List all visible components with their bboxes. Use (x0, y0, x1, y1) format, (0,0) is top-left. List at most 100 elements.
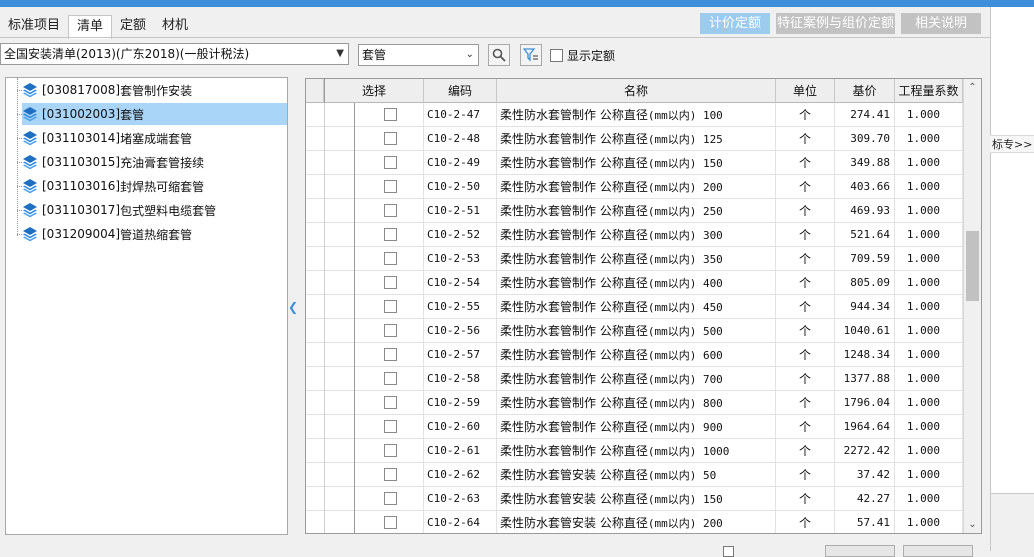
bottom-button-1[interactable] (825, 545, 895, 557)
name-text: 柔性防水套管制作 公称直径 (500, 420, 648, 434)
row-checkbox[interactable] (384, 396, 397, 409)
select-cell (354, 511, 424, 533)
tree-item[interactable]: [031103017] 包式塑料电缆套管 (17, 199, 216, 221)
tree-item[interactable]: [031103016] 封焊热可缩套管 (17, 175, 204, 197)
tree-item[interactable]: [030817008] 套管制作安装 (17, 79, 192, 101)
table-row[interactable]: C10-2-56 柔性防水套管制作 公称直径(mm以内) 500 个 1040.61 1… (306, 319, 963, 343)
row-checkbox[interactable] (384, 324, 397, 337)
table-row[interactable]: C10-2-49 柔性防水套管制作 公称直径(mm以内) 150 个 349.88 1.… (306, 151, 963, 175)
filter-button[interactable] (520, 44, 542, 66)
scroll-up-icon[interactable]: ⌃ (964, 79, 981, 96)
table-row[interactable]: C10-2-54 柔性防水套管制作 公称直径(mm以内) 400 个 805.09 1.… (306, 271, 963, 295)
grid-vertical-scrollbar[interactable]: ⌃ ⌄ (963, 79, 981, 533)
tab-quota[interactable]: 定额 (112, 15, 154, 38)
name-spec: (mm以内) 300 (647, 229, 723, 242)
scroll-thumb[interactable] (966, 231, 979, 301)
header-code[interactable]: 编码 (424, 79, 497, 103)
coef-cell: 1.000 (895, 199, 963, 223)
table-row[interactable]: C10-2-48 柔性防水套管制作 公称直径(mm以内) 125 个 309.70 1.… (306, 127, 963, 151)
search-button[interactable] (488, 44, 510, 66)
row-checkbox[interactable] (384, 420, 397, 433)
collapse-left-icon[interactable]: ❮ (288, 300, 298, 314)
unit-cell: 个 (776, 103, 835, 127)
search-select[interactable]: 套管 ⌄ (358, 44, 479, 66)
name-text: 柔性防水套管制作 公称直径 (500, 444, 648, 458)
row-checkbox[interactable] (384, 468, 397, 481)
row-checkbox[interactable] (384, 492, 397, 505)
table-row[interactable]: C10-2-63 柔性防水套管安装 公称直径(mm以内) 150 个 42.27 1.0… (306, 487, 963, 511)
header-gutter (306, 79, 324, 103)
feature-cases-button[interactable]: 特征案例与组价定额 (776, 13, 895, 34)
name-text: 柔性防水套管安装 公称直径 (500, 468, 648, 482)
table-row[interactable]: C10-2-62 柔性防水套管安装 公称直径(mm以内) 50 个 37.42 1.00… (306, 463, 963, 487)
price-cell: 944.34 (835, 295, 895, 319)
price-cell: 57.41 (835, 511, 895, 533)
row-checkbox[interactable] (384, 132, 397, 145)
price-cell: 805.09 (835, 271, 895, 295)
row-checkbox[interactable] (384, 276, 397, 289)
coef-cell: 1.000 (895, 319, 963, 343)
row-checkbox[interactable] (384, 372, 397, 385)
table-row[interactable]: C10-2-53 柔性防水套管制作 公称直径(mm以内) 350 个 709.59 1.… (306, 247, 963, 271)
coef-cell: 1.000 (895, 175, 963, 199)
row-checkbox[interactable] (384, 228, 397, 241)
row-checkbox[interactable] (384, 156, 397, 169)
table-row[interactable]: C10-2-61 柔性防水套管制作 公称直径(mm以内) 1000 个 2272.42… (306, 439, 963, 463)
select-cell (354, 199, 424, 223)
price-cell: 1248.34 (835, 343, 895, 367)
row-checkbox[interactable] (384, 348, 397, 361)
table-row[interactable]: C10-2-47 柔性防水套管制作 公称直径(mm以内) 100 个 274.41 1.… (306, 103, 963, 127)
price-cell: 709.59 (835, 247, 895, 271)
table-row[interactable]: C10-2-55 柔性防水套管制作 公称直径(mm以内) 450 个 944.34 1.… (306, 295, 963, 319)
row-checkbox[interactable] (384, 300, 397, 313)
code-cell: C10-2-61 (424, 439, 497, 463)
tree-item[interactable]: [031209004] 管道热缩套管 (17, 223, 192, 245)
table-row[interactable]: C10-2-51 柔性防水套管制作 公称直径(mm以内) 250 个 469.93 1.… (306, 199, 963, 223)
code-cell: C10-2-55 (424, 295, 497, 319)
code-cell: C10-2-48 (424, 127, 497, 151)
header-unit[interactable]: 单位 (776, 79, 835, 103)
header-name[interactable]: 名称 (497, 79, 776, 103)
code-cell: C10-2-50 (424, 175, 497, 199)
coef-cell: 1.000 (895, 511, 963, 533)
tree-item[interactable]: [031103014] 堵塞成端套管 (17, 127, 192, 149)
coef-cell: 1.000 (895, 343, 963, 367)
row-checkbox[interactable] (384, 444, 397, 457)
header-price[interactable]: 基价 (835, 79, 895, 103)
coef-cell: 1.000 (895, 463, 963, 487)
row-checkbox[interactable] (384, 516, 397, 529)
tab-bill[interactable]: 清单 (68, 15, 113, 39)
show-quota-toggle[interactable]: 显示定额 (550, 46, 615, 64)
scroll-down-icon[interactable]: ⌄ (964, 516, 981, 533)
name-spec: (mm以内) 1000 (647, 445, 730, 458)
bottom-checkbox[interactable] (723, 546, 734, 557)
table-row[interactable]: C10-2-58 柔性防水套管制作 公称直径(mm以内) 700 个 1377.88 1… (306, 367, 963, 391)
table-row[interactable]: C10-2-57 柔性防水套管制作 公称直径(mm以内) 600 个 1248.34 1… (306, 343, 963, 367)
table-row[interactable]: C10-2-59 柔性防水套管制作 公称直径(mm以内) 800 个 1796.04 1… (306, 391, 963, 415)
show-quota-checkbox[interactable] (550, 48, 563, 62)
bottom-button-2[interactable] (903, 545, 973, 557)
related-notes-button[interactable]: 相关说明 (901, 13, 981, 34)
tab-materials[interactable]: 材机 (154, 15, 196, 38)
name-cell: 柔性防水套管制作 公称直径(mm以内) 500 (497, 319, 776, 343)
unit-cell: 个 (776, 511, 835, 533)
layers-icon (23, 155, 37, 170)
tree-item[interactable]: [031002003] 套管 (17, 103, 287, 125)
library-select[interactable]: 全国安装清单(2013)(广东2018)(一般计税法) ▼ (0, 43, 349, 65)
row-checkbox[interactable] (384, 252, 397, 265)
table-row[interactable]: C10-2-60 柔性防水套管制作 公称直径(mm以内) 900 个 1964.64 1… (306, 415, 963, 439)
table-row[interactable]: C10-2-50 柔性防水套管制作 公称直径(mm以内) 200 个 403.66 1.… (306, 175, 963, 199)
row-checkbox[interactable] (384, 108, 397, 121)
table-row[interactable]: C10-2-64 柔性防水套管安装 公称直径(mm以内) 200 个 57.41 1.0… (306, 511, 963, 533)
price-cell: 403.66 (835, 175, 895, 199)
tree-connector (17, 78, 18, 236)
pricing-quota-button[interactable]: 计价定额 (700, 13, 770, 34)
price-cell: 469.93 (835, 199, 895, 223)
tab-standard-items[interactable]: 标准项目 (0, 15, 68, 38)
table-row[interactable]: C10-2-52 柔性防水套管制作 公称直径(mm以内) 300 个 521.64 1.… (306, 223, 963, 247)
row-checkbox[interactable] (384, 204, 397, 217)
tree-item[interactable]: [031103015] 充油膏套管接续 (17, 151, 204, 173)
row-checkbox[interactable] (384, 180, 397, 193)
right-side-tab[interactable]: 标专>> (990, 135, 1034, 153)
header-coef[interactable]: 工程量系数 (895, 79, 963, 103)
